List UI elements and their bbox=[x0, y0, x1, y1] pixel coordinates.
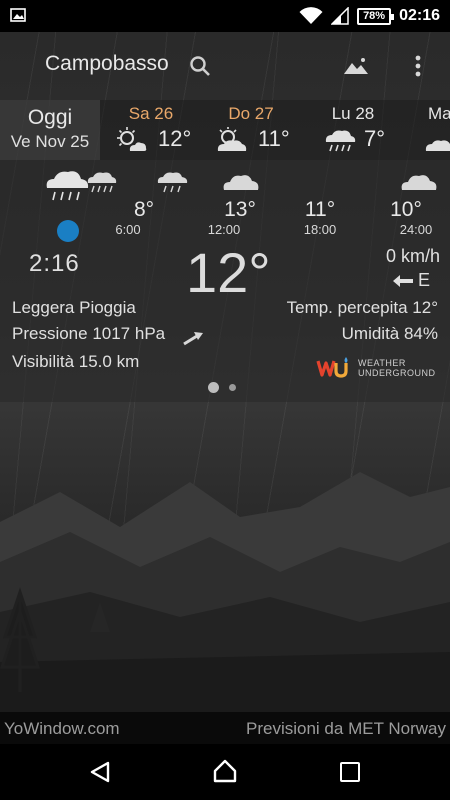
rain-cloud-icon bbox=[46, 171, 89, 201]
day-name: Sa 26 bbox=[128, 104, 174, 123]
partly-sunny-icon bbox=[425, 140, 450, 151]
pressure: Pressione 1017 hPa bbox=[12, 324, 166, 343]
time-indicator-dot bbox=[57, 220, 79, 242]
day-date: Ve Nov 25 bbox=[10, 132, 90, 151]
hourly-temperature: 8° bbox=[133, 198, 155, 221]
day-saturday[interactable]: Sa 26 12° bbox=[104, 100, 198, 160]
page-dot[interactable] bbox=[229, 384, 236, 391]
page-indicator bbox=[208, 382, 236, 393]
yowindow-link[interactable]: YoWindow.com bbox=[4, 719, 120, 739]
weather-underground-logo[interactable]: WEATHER UNDERGROUND bbox=[316, 355, 436, 381]
wind-speed: 0 km/h bbox=[385, 246, 440, 266]
feels-like: Temp. percepita 12° bbox=[286, 298, 438, 317]
wu-logo-line2: UNDERGROUND bbox=[358, 368, 436, 378]
partly-sunny-icon bbox=[117, 127, 147, 151]
hourly-time: 24:00 bbox=[399, 222, 433, 237]
cloud-icon bbox=[223, 175, 259, 190]
day-name: Do 27 bbox=[228, 104, 274, 123]
hourly-temperature: 13° bbox=[224, 198, 256, 221]
wu-logo-icon bbox=[316, 357, 348, 378]
cloud-icon bbox=[401, 175, 437, 190]
search-icon[interactable] bbox=[188, 54, 212, 78]
status-time: 02:16 bbox=[399, 7, 440, 24]
day-tuesday[interactable]: Ma bbox=[410, 100, 450, 160]
arrow-left-icon bbox=[392, 274, 413, 287]
day-name: Ma bbox=[428, 104, 450, 123]
rain-cloud-icon bbox=[325, 130, 356, 152]
app-header: Campobasso bbox=[0, 32, 450, 98]
mountain-landscape bbox=[0, 472, 450, 712]
battery-level: 78% bbox=[363, 9, 386, 22]
page-dot-active[interactable] bbox=[208, 382, 219, 393]
navigation-bar bbox=[0, 744, 450, 800]
day-temperature: 11° bbox=[258, 126, 290, 151]
landscape-icon[interactable] bbox=[342, 56, 370, 76]
back-icon[interactable] bbox=[88, 760, 112, 784]
day-name: Lu 28 bbox=[331, 104, 375, 123]
hourly-time: 18:00 bbox=[303, 222, 337, 237]
rain-cloud-icon bbox=[87, 172, 117, 193]
wifi-icon bbox=[299, 7, 323, 24]
battery-icon: 78% bbox=[357, 7, 395, 25]
daily-forecast: Oggi Ve Nov 25 Sa 26 12° Do 27 11° Lu 28… bbox=[0, 100, 450, 160]
hourly-temperature: 10° bbox=[390, 198, 422, 221]
hourly-time: 12:00 bbox=[207, 222, 241, 237]
image-icon bbox=[10, 8, 26, 22]
forecast-source[interactable]: Previsioni da MET Norway bbox=[246, 719, 446, 739]
home-icon[interactable] bbox=[212, 758, 238, 784]
pressure-trend-icon bbox=[183, 332, 203, 346]
attribution-bar: YoWindow.com Previsioni da MET Norway bbox=[0, 712, 450, 744]
rain-cloud-icon bbox=[157, 172, 188, 193]
day-today[interactable]: Oggi Ve Nov 25 bbox=[0, 100, 100, 160]
current-temperature: 12° bbox=[186, 241, 271, 304]
day-temperature: 7° bbox=[364, 126, 386, 151]
wind-direction-label: E bbox=[417, 270, 430, 290]
humidity: Umidità 84% bbox=[341, 324, 438, 343]
weather-condition: Leggera Pioggia bbox=[12, 298, 136, 317]
wu-logo-line1: WEATHER bbox=[358, 358, 406, 368]
hourly-temperature: 11° bbox=[304, 198, 336, 221]
day-sunday[interactable]: Do 27 11° bbox=[204, 100, 298, 160]
partly-sunny-icon bbox=[217, 127, 247, 151]
day-name: Oggi bbox=[27, 106, 73, 129]
current-time: 2:16 bbox=[29, 250, 80, 277]
signal-icon bbox=[331, 7, 349, 25]
hourly-time: 6:00 bbox=[115, 222, 141, 237]
visibility: Visibilità 15.0 km bbox=[12, 352, 140, 371]
more-vert-icon[interactable] bbox=[410, 52, 426, 80]
day-monday[interactable]: Lu 28 7° bbox=[306, 100, 400, 160]
status-bar: 78% 02:16 bbox=[0, 0, 450, 32]
recent-apps-icon[interactable] bbox=[340, 762, 360, 782]
day-temperature: 12° bbox=[158, 126, 192, 151]
city-name[interactable]: Campobasso bbox=[45, 52, 169, 76]
wind-direction: E bbox=[392, 270, 430, 291]
